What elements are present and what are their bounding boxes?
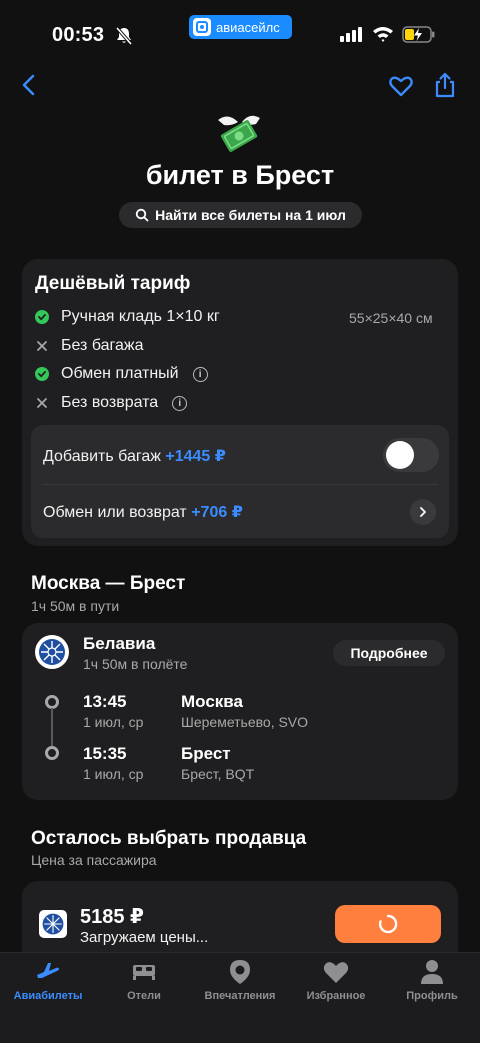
divider	[43, 484, 438, 485]
tab-label: Отели	[127, 990, 161, 1002]
timeline-line	[51, 708, 53, 746]
departure-time: 13:45	[83, 692, 127, 711]
add-baggage-label: Добавить багаж	[43, 448, 161, 465]
route-duration: 1ч 50м в пути	[31, 598, 120, 614]
seller-subtitle: Цена за пассажира	[31, 852, 157, 868]
arrival-airport: Брест, BQT	[181, 766, 255, 782]
person-icon	[421, 960, 443, 984]
fare-feature-exchange: Обмен платный i	[35, 365, 208, 383]
exchange-refund-label: Обмен или возврат	[43, 504, 187, 521]
toggle-knob	[386, 441, 414, 469]
loading-spinner-icon	[378, 914, 398, 934]
add-baggage-price: +1445 ₽	[165, 448, 226, 465]
exchange-refund-row[interactable]: Обмен или возврат +706 ₽	[43, 502, 243, 522]
fare-feature-label: Ручная кладь 1×10 кг	[61, 308, 220, 325]
add-baggage-row: Добавить багаж +1445 ₽	[43, 446, 226, 466]
departure-city: Москва	[181, 692, 243, 711]
bed-icon	[133, 965, 155, 980]
pin-icon	[230, 960, 250, 984]
check-icon	[35, 367, 49, 381]
route-title: Москва — Брест	[31, 573, 186, 594]
find-all-tickets-button[interactable]: Найти все билеты на 1 июл	[119, 202, 362, 228]
flying-money-icon	[218, 115, 260, 152]
share-icon[interactable]	[432, 71, 458, 99]
arrival-dot-icon	[45, 746, 59, 760]
belavia-logo-icon	[35, 635, 69, 669]
page-title: билет в Брест	[145, 160, 335, 190]
wifi-icon	[373, 27, 393, 42]
seller-price: 5185 ₽	[80, 906, 144, 928]
fare-feature-label: Без багажа	[61, 337, 144, 354]
fare-feature-baggage: Без багажа	[35, 337, 144, 355]
chevron-right-icon[interactable]	[410, 499, 436, 525]
signal-icon	[340, 27, 362, 42]
status-time: 00:53	[52, 24, 105, 46]
find-all-label: Найти все билеты на 1 июл	[155, 207, 346, 223]
tab-label: Избранное	[306, 990, 366, 1002]
battery-icon	[402, 26, 435, 43]
departure-date: 1 июл, ср	[83, 714, 144, 730]
app-badge-label: авиасейлс	[216, 19, 280, 35]
belavia-logo-icon	[39, 910, 67, 938]
tab-hotels[interactable]: Отели	[96, 958, 192, 1002]
flight-duration: 1ч 50м в полёте	[83, 656, 188, 672]
tab-favorites[interactable]: Избранное	[288, 958, 384, 1002]
heart-icon	[323, 962, 349, 983]
check-icon	[35, 310, 49, 324]
fare-title: Дешёвый тариф	[35, 273, 191, 294]
app-badge[interactable]: авиасейлс	[189, 15, 292, 39]
tab-label: Профиль	[406, 990, 458, 1002]
back-button[interactable]	[16, 72, 42, 98]
tab-label: Впечатления	[204, 990, 276, 1002]
cross-icon	[35, 339, 49, 353]
departure-dot-icon	[45, 695, 59, 709]
seller-title: Осталось выбрать продавца	[31, 828, 307, 849]
departure-airport: Шереметьево, SVO	[181, 714, 309, 730]
fare-feature-label: Обмен платный	[61, 365, 179, 382]
arrival-time: 15:35	[83, 744, 127, 763]
search-icon	[135, 208, 149, 222]
cross-icon	[35, 396, 49, 410]
seller-loading-text: Загружаем цены...	[80, 929, 209, 946]
fare-feature-hand-luggage: Ручная кладь 1×10 кг	[35, 308, 220, 326]
favorite-heart-icon[interactable]	[388, 73, 414, 99]
info-icon[interactable]: i	[192, 366, 208, 382]
details-button[interactable]: Подробнее	[333, 640, 445, 666]
plane-icon	[37, 963, 59, 978]
tab-flights[interactable]: Авиабилеты	[0, 958, 96, 1002]
airline-name: Белавиа	[83, 634, 156, 653]
tab-profile[interactable]: Профиль	[384, 958, 480, 1002]
arrival-date: 1 июл, ср	[83, 766, 144, 782]
fare-feature-label: Без возврата	[61, 394, 159, 411]
tab-experiences[interactable]: Впечатления	[192, 958, 288, 1002]
arrival-city: Брест	[181, 744, 231, 763]
tab-label: Авиабилеты	[13, 990, 83, 1002]
buy-button[interactable]	[335, 905, 441, 943]
hand-luggage-dimensions: 55×25×40 см	[349, 310, 433, 326]
info-icon[interactable]: i	[172, 395, 188, 411]
add-baggage-toggle[interactable]	[383, 438, 439, 472]
exchange-refund-price: +706 ₽	[191, 504, 243, 521]
aviasales-logo-icon	[193, 18, 211, 36]
bell-off-icon	[115, 26, 133, 46]
fare-feature-refund: Без возврата i	[35, 394, 188, 412]
